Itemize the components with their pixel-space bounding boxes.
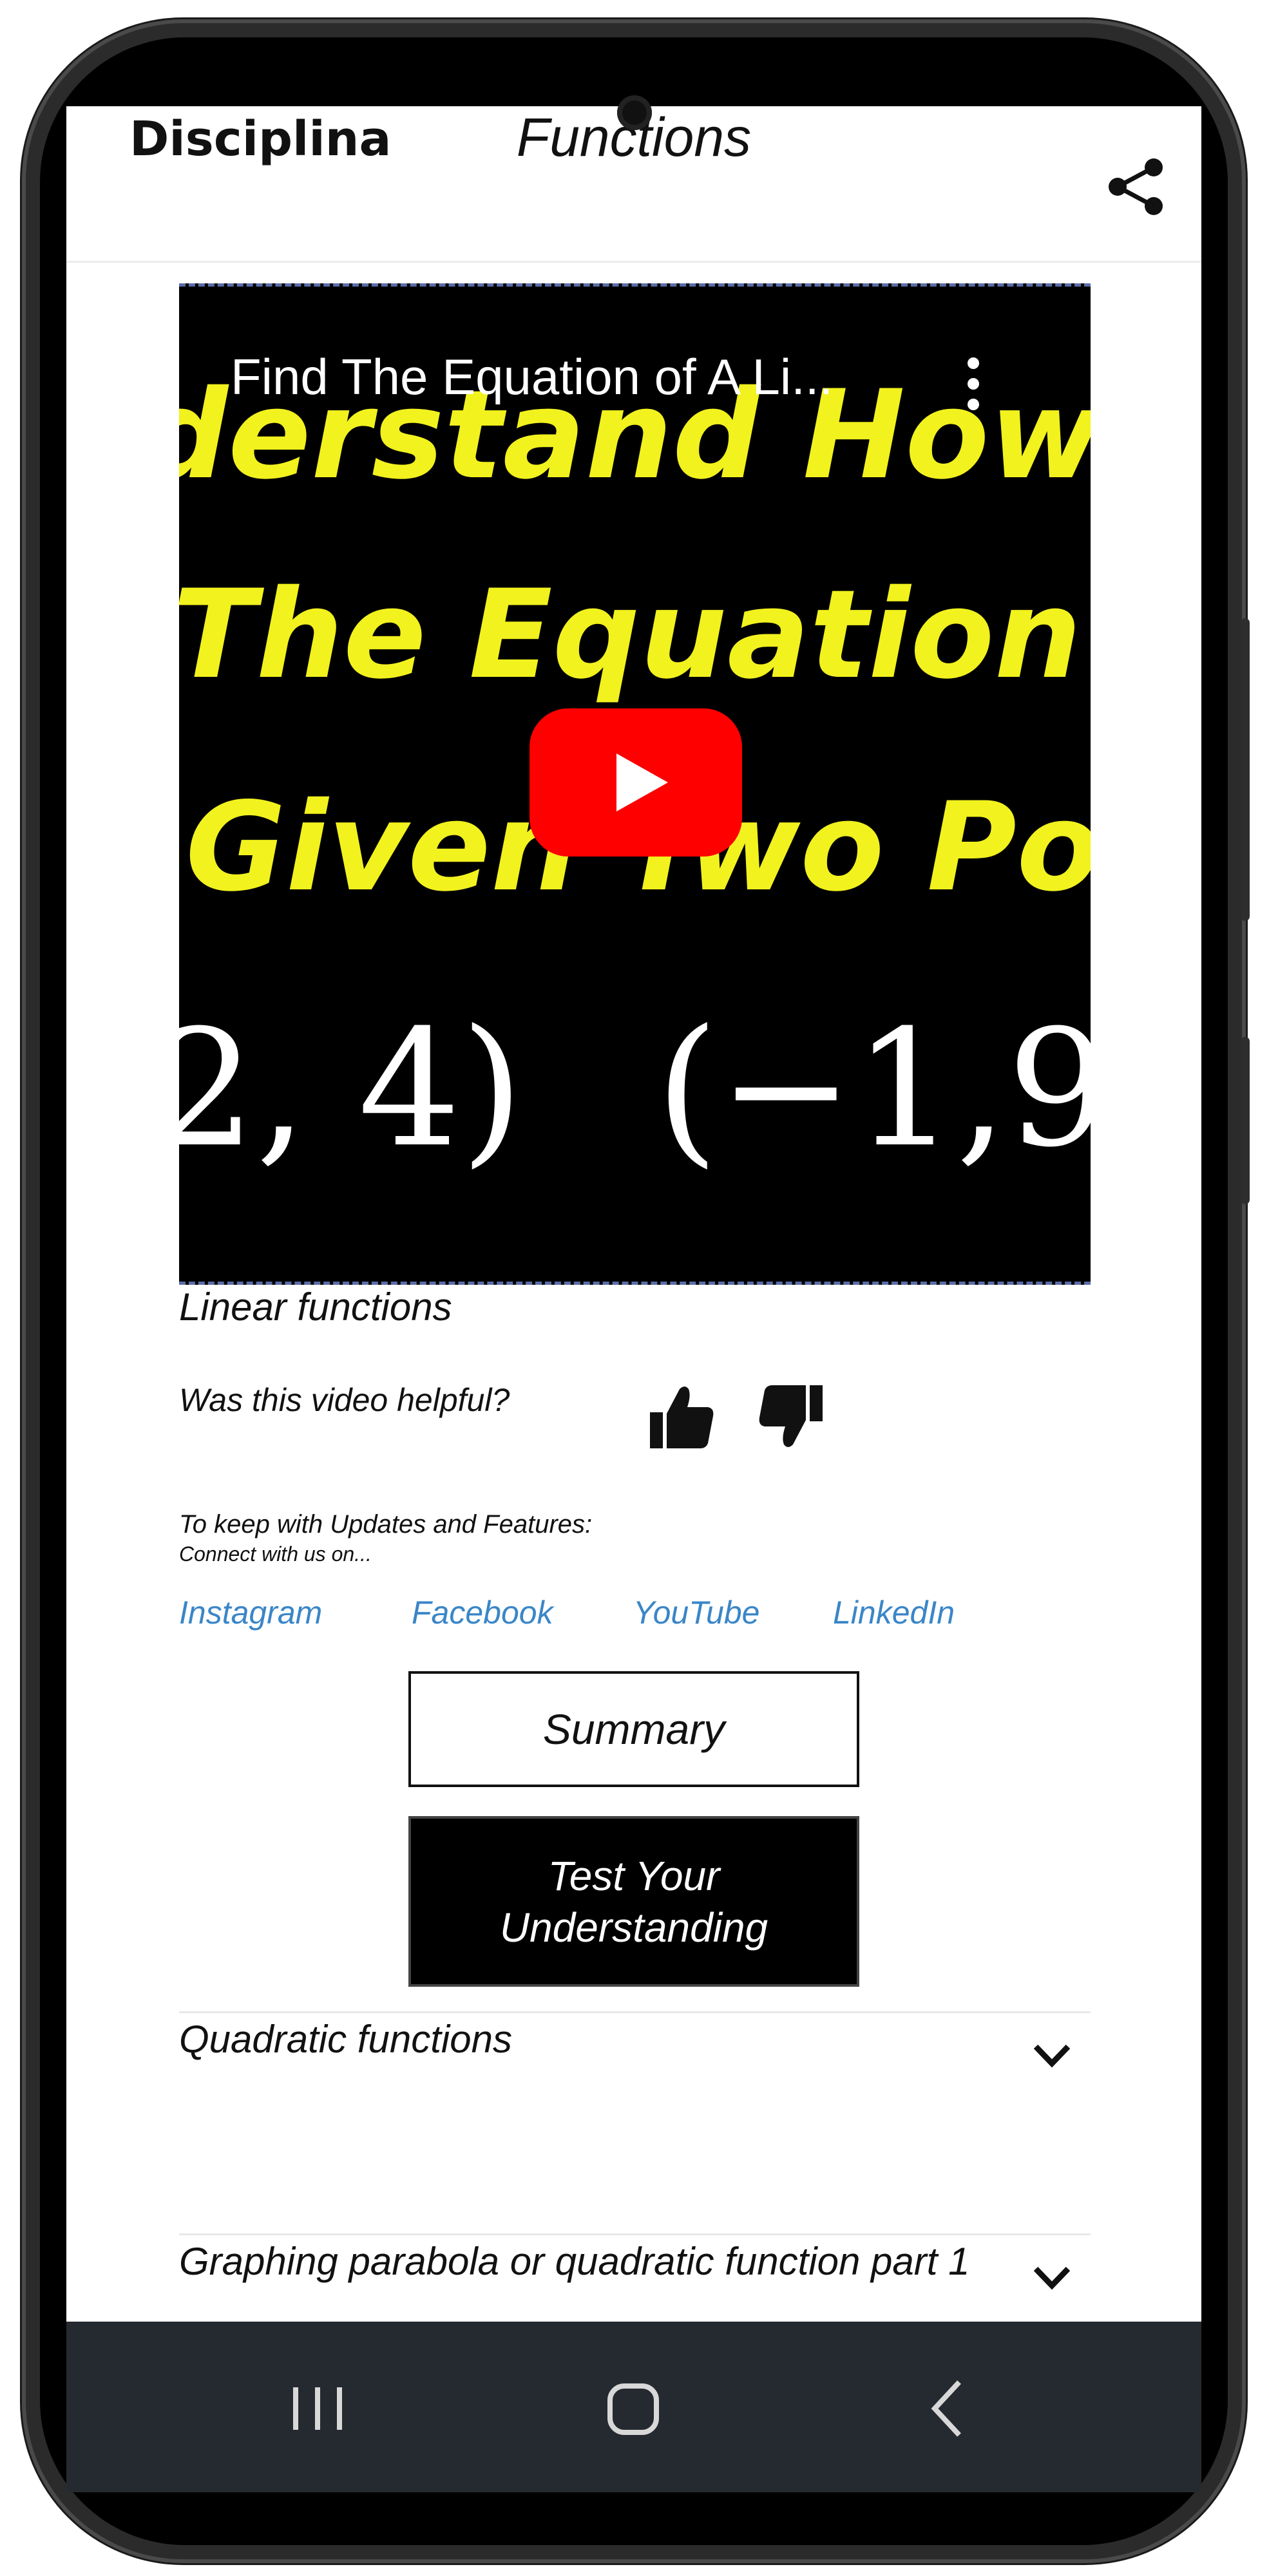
instagram-link[interactable]: Instagram <box>179 1594 322 1631</box>
power-button <box>1241 1037 1250 1204</box>
thumbnail-math: 2, 4) <box>179 995 524 1182</box>
thumbs-down-icon[interactable] <box>756 1381 826 1452</box>
app-screen: Disciplina Functions derstand How The Eq… <box>66 106 1201 2492</box>
youtube-link[interactable]: YouTube <box>633 1594 759 1631</box>
home-icon[interactable] <box>595 2373 672 2444</box>
thumbnail-text: The Equation o <box>179 564 1091 706</box>
more-options-icon[interactable] <box>964 357 983 415</box>
accordion-title: Quadratic functions <box>179 2018 512 2061</box>
play-triangle-icon <box>616 753 668 811</box>
front-camera <box>617 95 652 130</box>
accordion-quadratic[interactable]: Quadratic functions <box>179 2011 1091 2232</box>
summary-button[interactable]: Summary <box>408 1671 859 1787</box>
updates-text: To keep with Updates and Features: <box>179 1510 593 1539</box>
thumbs-up-icon[interactable] <box>646 1381 717 1452</box>
back-icon[interactable] <box>910 2373 988 2444</box>
chevron-down-icon[interactable] <box>1029 2261 1074 2293</box>
facebook-link[interactable]: Facebook <box>412 1594 553 1631</box>
linkedin-link[interactable]: LinkedIn <box>833 1594 955 1631</box>
volume-button <box>1241 618 1250 921</box>
helpful-question: Was this video helpful? <box>179 1382 510 1418</box>
lesson-title: Linear functions <box>179 1285 452 1329</box>
share-icon[interactable] <box>1103 155 1168 219</box>
accordion-parabola[interactable]: Graphing parabola or quadratic function … <box>179 2233 1091 2325</box>
recent-apps-icon[interactable] <box>279 2373 356 2444</box>
feedback-row: Was this video helpful? <box>179 1381 952 1452</box>
connect-text: Connect with us on... <box>179 1542 372 1566</box>
accordion-title: Graphing parabola or quadratic function … <box>179 2240 970 2283</box>
video-title[interactable]: Find The Equation of A Li... <box>231 348 833 406</box>
youtube-play-icon[interactable] <box>530 708 742 857</box>
test-understanding-button[interactable]: Test Your Understanding <box>408 1816 859 1987</box>
system-navigation-bar <box>66 2322 1201 2492</box>
chevron-down-icon[interactable] <box>1029 2039 1074 2071</box>
video-player[interactable]: derstand How The Equation o Given Two Po… <box>179 283 1091 1285</box>
thumbnail-math: (−1,9 <box>656 995 1091 1182</box>
